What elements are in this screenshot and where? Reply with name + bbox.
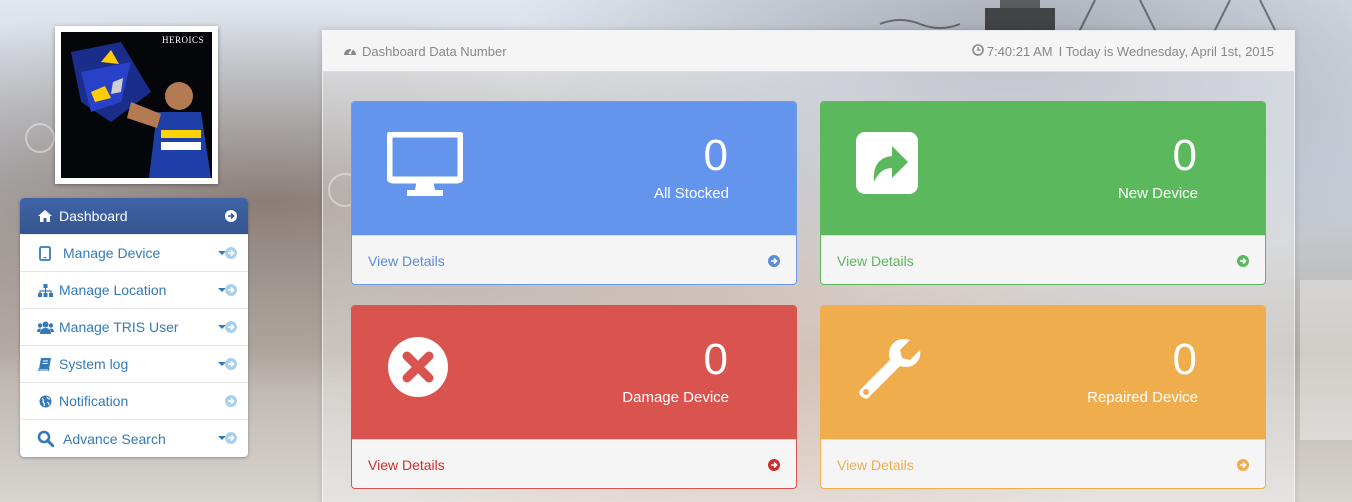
times-circle-icon bbox=[387, 336, 449, 403]
share-square-icon bbox=[856, 132, 918, 199]
search-icon bbox=[36, 430, 54, 447]
users-icon bbox=[36, 319, 54, 335]
player-artwork bbox=[71, 42, 211, 178]
view-details-label: View Details bbox=[368, 456, 445, 473]
arrow-circle-right-icon bbox=[768, 458, 780, 471]
profile-image: HEROICS bbox=[61, 32, 212, 178]
card-new-device: 0 New Device View Details bbox=[820, 101, 1266, 285]
home-icon bbox=[36, 208, 54, 224]
stocked-count: 0 bbox=[703, 131, 728, 180]
new-device-count: 0 bbox=[1172, 131, 1197, 180]
profile-picture: HEROICS bbox=[55, 26, 218, 184]
tachometer-icon bbox=[343, 44, 362, 59]
view-details-damage-link[interactable]: View Details bbox=[352, 439, 796, 488]
arrow-circle-right-icon bbox=[225, 210, 237, 222]
current-date: I Today is Wednesday, April 1st, 2015 bbox=[1058, 43, 1274, 59]
view-details-stocked-link[interactable]: View Details bbox=[352, 235, 796, 284]
sidebar-item-advance-search[interactable]: Advance Search bbox=[20, 420, 248, 457]
wrench-icon bbox=[856, 336, 922, 407]
view-details-label: View Details bbox=[837, 252, 914, 269]
view-details-label: View Details bbox=[368, 252, 445, 269]
stocked-label: All Stocked bbox=[653, 185, 729, 202]
sidebar-item-label: Advance Search bbox=[63, 430, 166, 447]
arrow-circle-right-icon bbox=[1237, 458, 1249, 471]
arrow-circle-right-icon bbox=[225, 432, 237, 444]
arrow-circle-right-icon bbox=[225, 247, 237, 259]
arrow-circle-right-icon bbox=[225, 395, 237, 407]
brand-watermark: HEROICS bbox=[161, 35, 204, 45]
repaired-label: Repaired Device bbox=[1087, 389, 1198, 406]
clock-icon bbox=[972, 43, 987, 59]
card-damage-device: 0 Damage Device View Details bbox=[351, 305, 797, 489]
arrow-circle-right-icon bbox=[225, 284, 237, 296]
damage-label: Damage Device bbox=[622, 389, 729, 406]
view-details-label: View Details bbox=[837, 456, 914, 473]
repaired-count: 0 bbox=[1172, 335, 1197, 384]
sidebar-item-manage-location[interactable]: Manage Location bbox=[20, 272, 248, 309]
sidebar-item-label: Manage Device bbox=[63, 245, 161, 261]
arrow-circle-right-icon bbox=[1237, 254, 1249, 267]
desktop-icon bbox=[385, 130, 465, 203]
damage-count: 0 bbox=[703, 335, 728, 384]
sidebar-item-label: Manage Location bbox=[59, 282, 167, 298]
arrow-circle-right-icon bbox=[225, 358, 237, 370]
current-time: 7:40:21 AM bbox=[986, 43, 1053, 59]
card-all-stocked: 0 All Stocked View Details bbox=[351, 101, 797, 285]
sidebar-item-dashboard[interactable]: Dashboard bbox=[20, 198, 248, 235]
sidebar-item-system-log[interactable]: System log bbox=[20, 346, 248, 383]
view-details-repaired-link[interactable]: View Details bbox=[821, 439, 1265, 488]
sidebar-item-label: Manage TRIS User bbox=[59, 319, 179, 335]
sidebar-item-label: Notification bbox=[59, 393, 129, 409]
arrow-circle-right-icon bbox=[225, 321, 237, 333]
arrow-circle-right-icon bbox=[768, 254, 780, 267]
sidebar-menu: Dashboard Manage Device Manage Location … bbox=[20, 198, 248, 457]
globe-icon bbox=[36, 393, 54, 409]
view-details-new-link[interactable]: View Details bbox=[821, 235, 1265, 284]
sidebar-item-manage-tris-user[interactable]: Manage TRIS User bbox=[20, 309, 248, 346]
sidebar-item-label: System log bbox=[59, 356, 129, 372]
sitemap-icon bbox=[36, 282, 54, 298]
book-icon bbox=[36, 356, 54, 372]
sidebar-item-notification[interactable]: Notification bbox=[20, 383, 248, 420]
sidebar-item-label: Dashboard bbox=[59, 208, 128, 224]
dashboard-panel: Dashboard Data Number 7:40:21 AM I Today… bbox=[322, 30, 1295, 502]
new-device-label: New Device bbox=[1117, 185, 1198, 202]
panel-header: Dashboard Data Number 7:40:21 AM I Today… bbox=[323, 31, 1294, 72]
sidebar-item-manage-device[interactable]: Manage Device bbox=[20, 235, 248, 272]
panel-title: Dashboard Data Number bbox=[362, 43, 507, 59]
tablet-icon bbox=[36, 245, 54, 261]
card-repaired-device: 0 Repaired Device View Details bbox=[820, 305, 1266, 489]
